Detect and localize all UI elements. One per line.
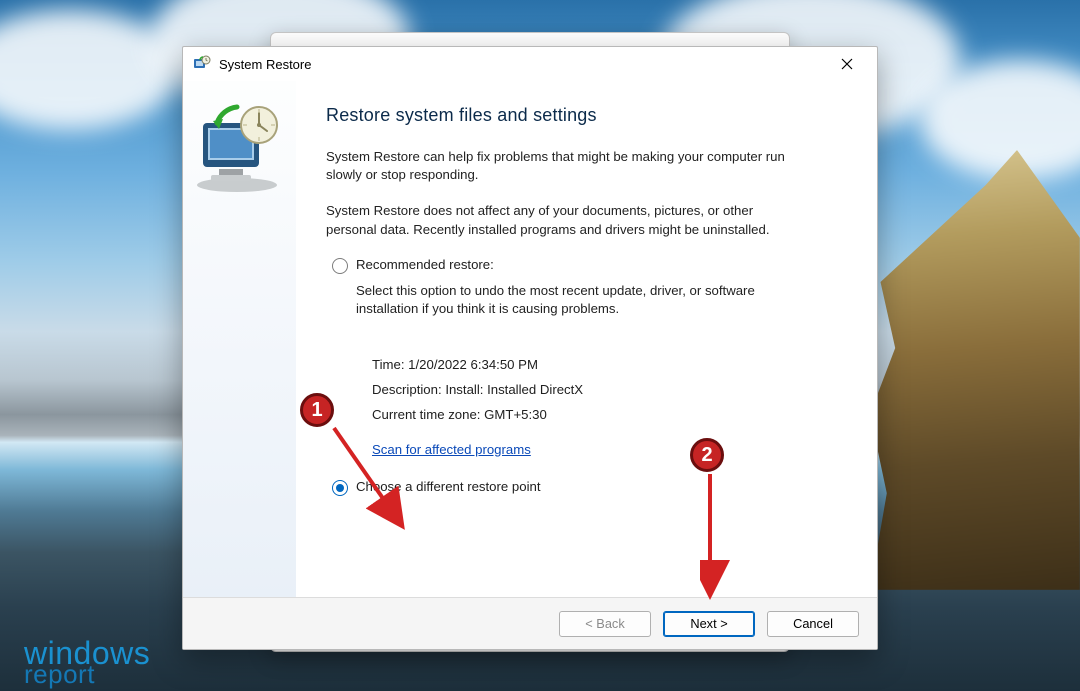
system-restore-dialog: System Restore: [182, 46, 878, 650]
close-icon: [841, 58, 853, 70]
cancel-button[interactable]: Cancel: [767, 611, 859, 637]
close-button[interactable]: [827, 49, 867, 79]
annotation-badge-1: 1: [300, 393, 334, 427]
intro-paragraph-1: System Restore can help fix problems tha…: [326, 148, 806, 184]
next-button[interactable]: Next >: [663, 611, 755, 637]
radio-selected-icon[interactable]: [332, 480, 348, 496]
timezone-value: GMT+5:30: [484, 407, 547, 422]
scan-affected-programs-link[interactable]: Scan for affected programs: [372, 442, 531, 457]
time-value: 1/20/2022 6:34:50 PM: [408, 357, 538, 372]
window-title: System Restore: [219, 57, 311, 72]
back-button: < Back: [559, 611, 651, 637]
choose-different-label[interactable]: Choose a different restore point: [356, 479, 541, 494]
restore-point-details: Time: 1/20/2022 6:34:50 PM Description: …: [372, 352, 847, 427]
cliff-scenery: [870, 150, 1080, 590]
radio-unselected-icon[interactable]: [332, 258, 348, 274]
wizard-footer: < Back Next > Cancel: [183, 597, 877, 649]
system-restore-large-icon: [189, 99, 289, 199]
title-bar: System Restore: [183, 47, 877, 81]
page-heading: Restore system files and settings: [326, 105, 847, 126]
recommended-restore-label[interactable]: Recommended restore:: [356, 257, 494, 272]
wizard-content: Restore system files and settings System…: [296, 81, 877, 597]
recommended-restore-option[interactable]: Recommended restore:: [332, 257, 847, 274]
time-label: Time:: [372, 357, 404, 372]
system-restore-icon: [193, 55, 211, 73]
desktop-background: ✕ System Restore: [0, 0, 1080, 691]
watermark: windows report: [24, 638, 150, 687]
description-label: Description:: [372, 382, 442, 397]
annotation-badge-2: 2: [690, 438, 724, 472]
choose-different-restore-option[interactable]: Choose a different restore point: [332, 479, 847, 496]
timezone-label: Current time zone:: [372, 407, 480, 422]
wizard-sidebar: [183, 81, 296, 597]
intro-paragraph-2: System Restore does not affect any of yo…: [326, 202, 806, 238]
recommended-restore-description: Select this option to undo the most rece…: [356, 282, 756, 318]
description-value: Install: Installed DirectX: [445, 382, 583, 397]
